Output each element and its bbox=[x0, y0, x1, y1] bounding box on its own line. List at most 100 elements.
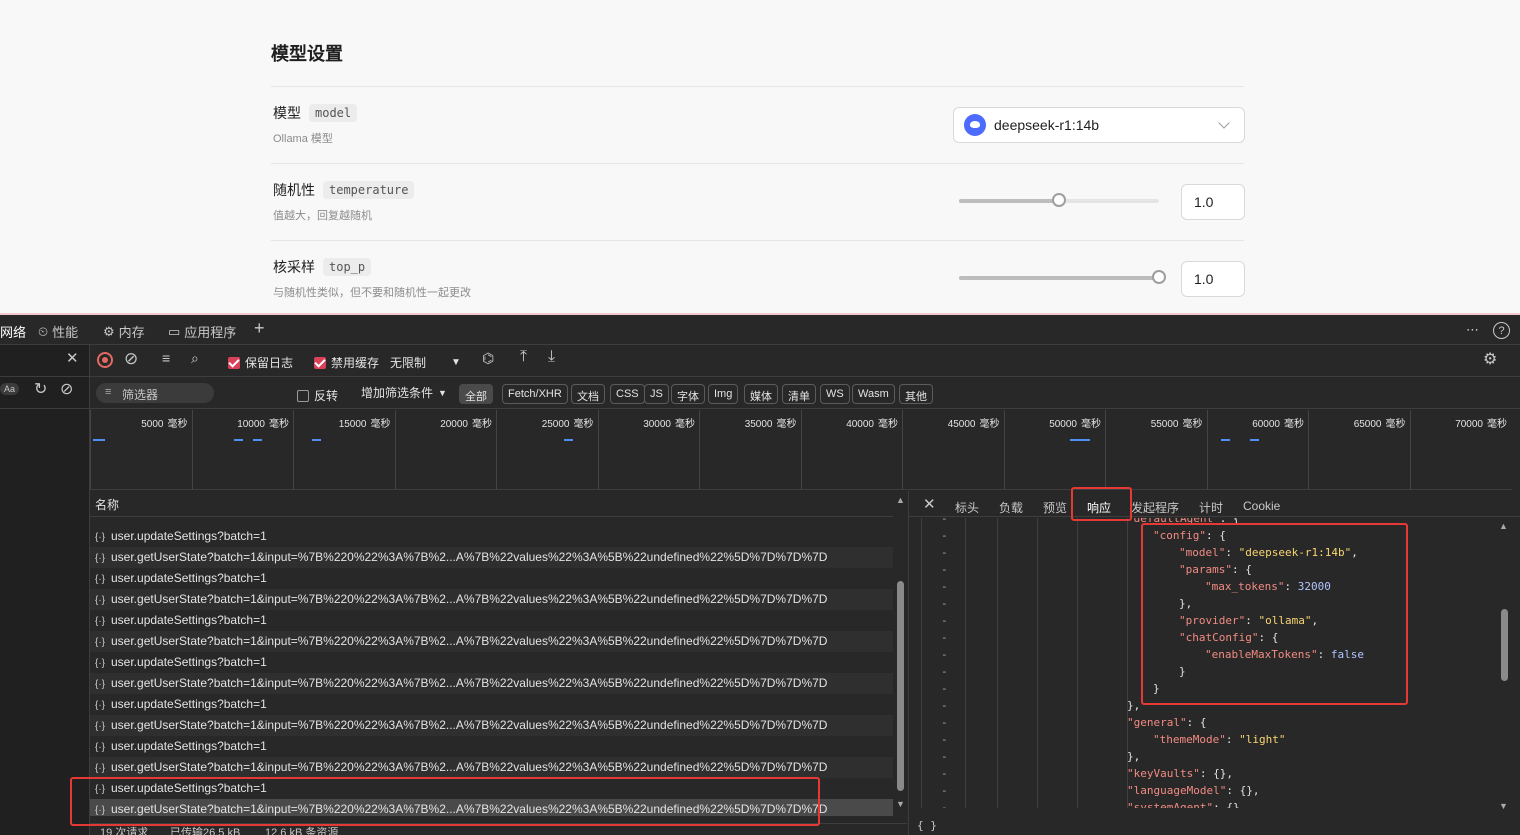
fetch-request-icon: {·} bbox=[95, 595, 106, 606]
request-row[interactable]: {·} user.getUserState?batch=1&input=%7B%2… bbox=[90, 715, 893, 736]
status-bar: 19 次请求 已传输26.5 kB 12.6 kB 条资源 bbox=[90, 823, 907, 835]
tick-value: 25000 bbox=[541, 419, 570, 430]
tab-payload[interactable]: 负载 bbox=[999, 499, 1023, 516]
response-code[interactable]: - "defaultAgent": {- "config": {- "model": … bbox=[909, 518, 1509, 808]
temperature-input[interactable]: 1.0 bbox=[1181, 184, 1245, 220]
more-options-icon[interactable]: ⋯ bbox=[1466, 322, 1479, 338]
scroll-up-icon[interactable]: ▲ bbox=[1499, 521, 1508, 531]
request-row[interactable]: {·} user.updateSettings?batch=1 bbox=[90, 568, 893, 589]
response-pane: ✕ 标头 负载 预览 响应 发起程序 计时 Cookie - "defaultAg… bbox=[908, 491, 1520, 835]
request-name: user.getUserState?batch=1&input=%7B%220%… bbox=[111, 760, 828, 774]
chip-fetch-xhr[interactable]: Fetch/XHR bbox=[502, 384, 568, 404]
network-conditions-icon[interactable]: ⌬ bbox=[482, 350, 494, 367]
tick-value: 15000 bbox=[338, 419, 367, 430]
line-gutter-dash: - bbox=[941, 518, 948, 525]
upload-icon[interactable]: ⤒ bbox=[520, 348, 527, 366]
temperature-slider[interactable] bbox=[959, 193, 1159, 207]
top-p-slider[interactable] bbox=[959, 270, 1166, 284]
checkbox-checked bbox=[314, 356, 326, 369]
top-p-input[interactable]: 1.0 bbox=[1181, 261, 1245, 297]
disable-cache-checkbox[interactable]: 禁用缓存 bbox=[314, 354, 379, 371]
line-gutter-dash: - bbox=[941, 563, 948, 576]
settings-gear-icon[interactable]: ⚙ bbox=[1483, 349, 1497, 369]
tick-value: 5000 bbox=[141, 419, 164, 430]
pretty-print-icon[interactable]: { } bbox=[917, 819, 937, 832]
tab-preview[interactable]: 预览 bbox=[1043, 499, 1067, 516]
request-row[interactable]: {·} user.getUserState?batch=1&input=%7B%2… bbox=[90, 799, 893, 816]
json-line: "defaultAgent": { bbox=[1127, 518, 1240, 525]
json-line: } bbox=[1153, 682, 1160, 695]
model-select[interactable]: deepseek-r1:14b bbox=[953, 107, 1245, 143]
chip-media[interactable]: 媒体 bbox=[744, 384, 778, 404]
network-timeline[interactable]: 5000 毫秒 10000 毫秒 15000 毫秒 20000 毫秒 25000 毫秒 30000 毫… bbox=[90, 410, 1512, 490]
scrollbar-thumb[interactable] bbox=[1501, 609, 1508, 681]
fetch-request-icon: {·} bbox=[95, 679, 106, 690]
download-icon[interactable]: ⤓ bbox=[548, 348, 555, 366]
chip-css[interactable]: CSS bbox=[610, 384, 645, 404]
chip-ws[interactable]: WS bbox=[820, 384, 850, 404]
request-row[interactable]: {·} user.updateSettings?batch=1 bbox=[90, 694, 893, 715]
request-row[interactable]: {·} user.updateSettings?batch=1 bbox=[90, 652, 893, 673]
chip-font[interactable]: 字体 bbox=[671, 384, 705, 404]
request-row[interactable]: {·} user.updateSettings?batch=1 bbox=[90, 736, 893, 757]
scroll-down-icon[interactable]: ▼ bbox=[896, 799, 905, 809]
request-list-scrollbar[interactable]: ▲ ▼ bbox=[895, 491, 907, 815]
chip-manifest[interactable]: 清单 bbox=[782, 384, 816, 404]
timeline-request-bar bbox=[564, 439, 573, 441]
slider-thumb[interactable] bbox=[1152, 270, 1166, 284]
preserve-log-checkbox[interactable]: 保留日志 bbox=[228, 354, 293, 371]
invert-checkbox[interactable]: 反转 bbox=[297, 387, 338, 404]
tab-timing[interactable]: 计时 bbox=[1199, 499, 1223, 516]
chip-img[interactable]: Img bbox=[708, 384, 739, 404]
tab-network[interactable]: 网络 bbox=[0, 322, 26, 341]
request-row[interactable]: {·} user.updateSettings?batch=1 bbox=[90, 526, 893, 547]
chip-other[interactable]: 其他 bbox=[899, 384, 933, 404]
tab-response[interactable]: 响应 bbox=[1087, 499, 1111, 516]
request-row[interactable]: {·} user.getUserState?batch=1&input=%7B%2… bbox=[90, 547, 893, 568]
request-row[interactable]: {·} user.updateSettings?batch=1 bbox=[90, 778, 893, 799]
close-icon[interactable]: ✕ bbox=[923, 495, 936, 513]
help-icon[interactable]: ? bbox=[1493, 322, 1510, 339]
throttle-select[interactable]: 无限制 ▼ bbox=[390, 354, 461, 371]
tab-performance[interactable]: ⏲ 性能 bbox=[38, 322, 78, 341]
chip-all[interactable]: 全部 bbox=[459, 384, 493, 404]
request-name: user.updateSettings?batch=1 bbox=[111, 529, 267, 543]
dropdown-icon: ▼ bbox=[438, 387, 447, 398]
scroll-down-icon[interactable]: ▼ bbox=[1499, 801, 1508, 811]
add-tab-icon[interactable]: + bbox=[254, 318, 265, 339]
line-gutter-dash: - bbox=[941, 733, 948, 746]
chip-wasm[interactable]: Wasm bbox=[852, 384, 895, 404]
line-gutter-dash: - bbox=[941, 767, 948, 780]
slider-thumb[interactable] bbox=[1052, 193, 1066, 207]
chip-doc[interactable]: 文档 bbox=[571, 384, 605, 404]
request-row[interactable]: {·} user.getUserState?batch=1&input=%7B%2… bbox=[90, 757, 893, 778]
request-row[interactable]: {·} user.updateSettings?batch=1 bbox=[90, 610, 893, 631]
filter-icon[interactable]: ≡ bbox=[162, 350, 170, 366]
request-row[interactable]: {·} user.getUserState?batch=1&input=%7B%2… bbox=[90, 631, 893, 652]
request-list-header[interactable]: 名称 bbox=[90, 491, 893, 517]
scroll-up-icon[interactable]: ▲ bbox=[896, 495, 905, 505]
checkbox-label: 禁用缓存 bbox=[331, 356, 380, 370]
request-row[interactable]: {·} user.getUserState?batch=1&input=%7B%2… bbox=[90, 673, 893, 694]
tab-memory[interactable]: ⚙ 内存 bbox=[103, 322, 145, 341]
clear-log-icon[interactable]: ⊘ bbox=[124, 349, 138, 369]
request-name: user.getUserState?batch=1&input=%7B%220%… bbox=[111, 592, 828, 606]
temperature-desc: 值越大，回复越随机 bbox=[273, 210, 372, 222]
search-icon[interactable]: ⌕ bbox=[191, 350, 199, 367]
more-filters-dropdown[interactable]: 增加筛选条件 ▼ bbox=[361, 384, 447, 401]
filter-input[interactable]: ≡ 筛选器 bbox=[96, 383, 214, 403]
tab-initiator[interactable]: 发起程序 bbox=[1131, 499, 1179, 516]
scrollbar-thumb[interactable] bbox=[897, 581, 904, 791]
chip-js[interactable]: JS bbox=[644, 384, 669, 404]
tab-application[interactable]: ▭ 应用程序 bbox=[168, 322, 236, 341]
json-line: "config": { bbox=[1153, 529, 1226, 542]
tab-cookie[interactable]: Cookie bbox=[1243, 499, 1280, 513]
record-icon[interactable] bbox=[97, 352, 113, 368]
tab-headers[interactable]: 标头 bbox=[955, 499, 979, 516]
devtools-tabbar: 网络 ⏲ 性能 ⚙ 内存 ▭ 应用程序 + ⋯ ? bbox=[0, 315, 1520, 345]
json-line: "keyVaults": {}, bbox=[1127, 767, 1233, 780]
top-p-desc: 与随机性类似，但不要和随机性一起更改 bbox=[273, 287, 471, 299]
json-line: }, bbox=[1127, 750, 1141, 763]
request-row[interactable]: {·} user.getUserState?batch=1&input=%7B%2… bbox=[90, 589, 893, 610]
tick-value: 20000 bbox=[440, 419, 468, 430]
